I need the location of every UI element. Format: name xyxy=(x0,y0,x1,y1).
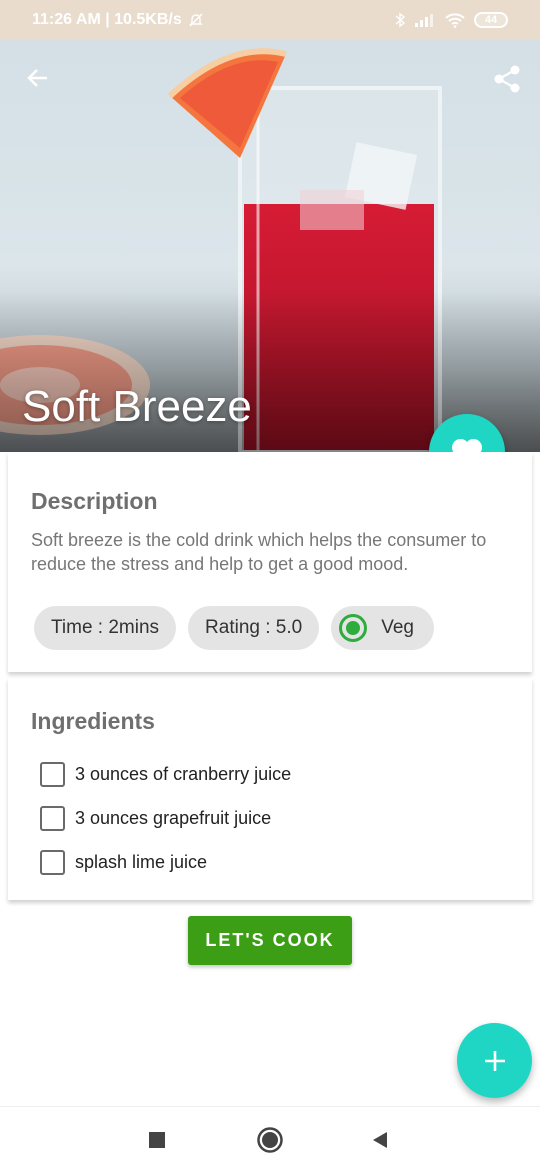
veg-radio-dot xyxy=(346,621,361,635)
nav-home-button[interactable] xyxy=(255,1125,285,1155)
nav-recent-button[interactable] xyxy=(142,1125,172,1155)
veg-label: Veg xyxy=(381,617,414,638)
description-heading: Description xyxy=(31,488,158,514)
status-bar: 11:26 AM | 10.5KB/s 44 xyxy=(0,0,540,40)
square-icon xyxy=(149,1132,165,1148)
back-button[interactable] xyxy=(16,56,60,100)
ingredient-item[interactable]: 3 ounces grapefruit juice xyxy=(40,796,291,840)
ingredient-label: 3 ounces of cranberry juice xyxy=(75,763,292,784)
status-time: 11:26 AM | 10.5KB/s xyxy=(32,11,182,28)
signal-icon xyxy=(415,14,433,27)
lets-cook-button[interactable]: LET'S COOK xyxy=(188,916,352,965)
description-card: Description Soft breeze is the cold drin… xyxy=(8,452,532,672)
description-text: Soft breeze is the cold drink which help… xyxy=(31,530,487,574)
share-icon xyxy=(494,65,520,93)
mute-bell-icon xyxy=(189,13,203,27)
circle-icon xyxy=(257,1127,283,1153)
wifi-icon xyxy=(445,13,465,28)
bluetooth-icon xyxy=(395,12,406,28)
battery-indicator: 44 xyxy=(474,12,508,28)
triangle-icon xyxy=(373,1132,387,1148)
add-button[interactable] xyxy=(457,1023,532,1098)
ingredients-heading: Ingredients xyxy=(31,708,155,734)
status-right: 44 xyxy=(394,12,508,28)
ingredient-item[interactable]: splash lime juice xyxy=(40,840,291,884)
ingredients-card: Ingredients 3 ounces of cranberry juice … xyxy=(8,678,532,900)
system-nav-bar xyxy=(0,1106,540,1170)
ingredient-item[interactable]: 3 ounces of cranberry juice xyxy=(40,752,291,796)
time-chip[interactable]: Time : 2mins xyxy=(34,606,177,650)
hero-image: Soft Breeze xyxy=(0,40,540,452)
veg-chip[interactable]: Veg xyxy=(331,606,434,650)
share-button[interactable] xyxy=(485,57,529,101)
ingredient-checkbox[interactable] xyxy=(40,849,65,875)
ingredients-list: 3 ounces of cranberry juice 3 ounces gra… xyxy=(40,752,291,884)
ingredient-checkbox[interactable] xyxy=(40,761,65,787)
status-left: 11:26 AM | 10.5KB/s xyxy=(32,11,204,29)
rating-chip[interactable]: Rating : 5.0 xyxy=(188,606,320,650)
ingredient-checkbox[interactable] xyxy=(40,805,65,831)
info-chips: Time : 2mins Rating : 5.0 Veg xyxy=(34,606,434,650)
recipe-title: Soft Breeze xyxy=(22,382,252,431)
plus-icon xyxy=(484,1050,505,1071)
nav-back-button[interactable] xyxy=(365,1125,395,1155)
ingredient-label: 3 ounces grapefruit juice xyxy=(75,807,272,828)
ingredient-label: splash lime juice xyxy=(75,851,208,872)
arrow-left-icon xyxy=(27,69,47,87)
veg-radio[interactable] xyxy=(339,614,368,642)
